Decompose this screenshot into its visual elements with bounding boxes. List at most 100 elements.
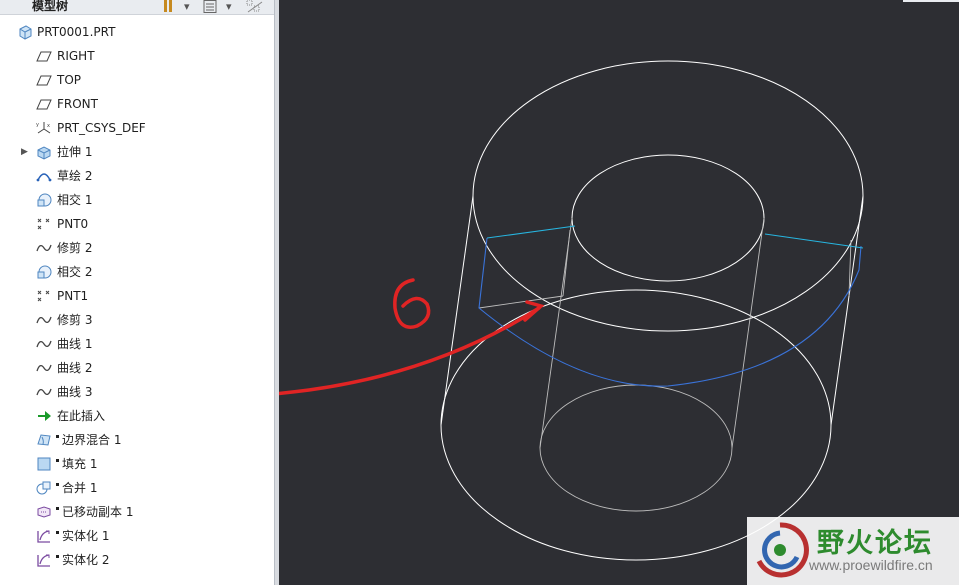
tree-item-label: 边界混合 1 [62,433,122,447]
curve-icon [36,384,52,400]
svg-text:y: y [36,122,39,128]
forum-watermark: 野火论坛 www.proewildfire.cn [747,517,959,585]
tree-filter-icon[interactable] [162,0,176,14]
tree-item-label: RIGHT [57,49,95,63]
tree-item[interactable]: y x PRT_CSYS_DEF [0,116,274,140]
tree-item-label: 填充 1 [62,457,98,471]
dropdown-arrow-icon[interactable]: ▾ [226,0,232,14]
tree-item[interactable]: 实体化 1 [0,524,274,548]
tree-item-label: 相交 2 [57,265,93,279]
status-marker [56,531,59,534]
tree-item-label: 拉伸 1 [57,145,93,159]
datum-point-icon [36,216,52,232]
part-icon [17,24,33,40]
tree-item[interactable]: 曲线 2 [0,356,274,380]
inner-seam-line [562,229,571,297]
model-tree-header: 模型树 ▾ ▾ [0,0,274,15]
tree-item-label: PRT_CSYS_DEF [57,121,146,135]
annotation-number-six [393,278,431,329]
dropdown-arrow-icon[interactable]: ▾ [184,0,190,14]
tree-item[interactable]: 填充 1 [0,452,274,476]
tree-item-label: 曲线 2 [57,361,93,375]
svg-text:x: x [47,123,50,129]
tree-item[interactable]: 相交 2 [0,260,274,284]
status-marker [56,507,59,510]
curve-icon [36,360,52,376]
tree-item-label: PRT0001.PRT [37,25,116,39]
tree-item[interactable]: PNT0 [0,212,274,236]
annotation-arrowhead [523,300,545,322]
fill-icon [36,456,52,472]
forum-logo-icon [756,522,809,578]
solidify-icon [36,528,52,544]
tree-item[interactable]: 已移动副本 1 [0,500,274,524]
tree-item[interactable]: RIGHT [0,44,274,68]
coordinate-system-icon: yx [36,120,52,136]
expand-arrow-icon[interactable]: ▶ [21,140,31,164]
insert-here-arrow-icon [36,408,52,424]
tree-item-label: 在此插入 [57,409,106,423]
tree-item-label: 修剪 3 [57,313,93,327]
tree-item-label: TOP [57,73,82,87]
annotation-arrow [279,306,541,396]
status-marker [56,459,59,462]
outer-left-silhouette [440,195,474,426]
curve-icon [36,336,52,352]
tree-item-label: 曲线 1 [57,337,93,351]
tree-item-label: 曲线 3 [57,385,93,399]
tree-item[interactable]: 边界混合 1 [0,428,274,452]
tree-item[interactable]: 修剪 2 [0,236,274,260]
curve-icon [36,312,52,328]
model-tree-panel: 模型树 ▾ ▾ PRT0001.PRT RIGHT TOP FRONT y x PRT_CS… [0,0,274,585]
tree-item[interactable]: 修剪 3 [0,308,274,332]
tree-item[interactable]: TOP [0,68,274,92]
tree-item-label: PNT0 [57,217,89,231]
show-hide-icon[interactable] [246,0,264,14]
datum-plane-icon [36,96,52,112]
outer-top-edge [472,60,864,332]
solidify-icon [36,552,52,568]
tree-item-label: 合并 1 [62,481,98,495]
curve-icon [36,240,52,256]
tree-item[interactable]: PNT1 [0,284,274,308]
status-marker [56,555,59,558]
boundary-blend-icon [36,432,52,448]
tree-item[interactable]: PRT0001.PRT [0,20,274,44]
tree-item[interactable]: 曲线 3 [0,380,274,404]
extrude-icon [36,144,52,160]
model-tree-title: 模型树 [32,0,69,13]
datum-plane-icon [36,48,52,64]
graphics-viewport[interactable] [279,0,959,585]
intersect-icon [36,264,52,280]
tree-item[interactable]: 实体化 2 [0,548,274,572]
tree-item-label: FRONT [57,97,98,111]
tree-item[interactable]: 曲线 1 [0,332,274,356]
inner-bottom-edge [539,384,733,512]
status-marker [56,435,59,438]
cut-curve-left [486,225,576,239]
trim-line [478,295,564,309]
tree-item[interactable]: 相交 1 [0,188,274,212]
status-marker [56,483,59,486]
tree-item-label: 已移动副本 1 [62,505,134,519]
tree-item-label: PNT1 [57,289,89,303]
tree-item-label: 相交 1 [57,193,93,207]
datum-plane-icon [36,72,52,88]
tree-item[interactable]: FRONT [0,92,274,116]
watermark-url: www.proewildfire.cn [809,557,933,573]
tree-item-label: 修剪 2 [57,241,93,255]
tree-item[interactable]: 合并 1 [0,476,274,500]
datum-point-icon [36,288,52,304]
tree-item-label: 实体化 1 [62,529,110,543]
tree-item[interactable]: ▶ 拉伸 1 [0,140,274,164]
watermark-title: 野火论坛 [817,528,933,559]
merge-icon [36,480,52,496]
tree-item-label: 草绘 2 [57,169,93,183]
tree-item[interactable]: 草绘 2 [0,164,274,188]
sketch-icon [36,168,52,184]
list-settings-icon[interactable] [203,0,217,14]
tree-item[interactable]: 在此插入 [0,404,274,428]
inner-top-edge [571,154,765,282]
intersect-icon [36,192,52,208]
moved-copy-icon [36,504,52,520]
